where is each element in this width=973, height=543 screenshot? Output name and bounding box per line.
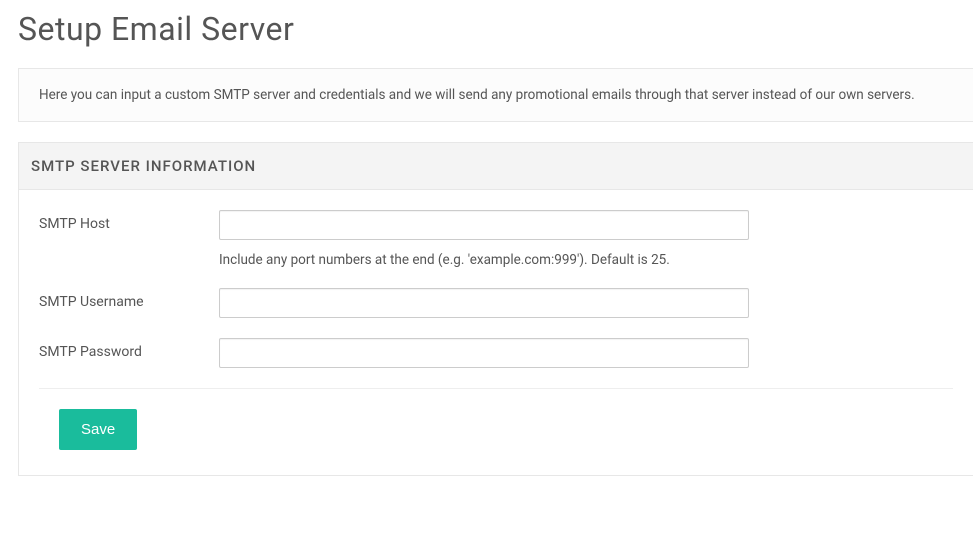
- smtp-host-help: Include any port numbers at the end (e.g…: [219, 252, 953, 268]
- form-row-smtp-username: SMTP Username: [39, 288, 953, 318]
- form-divider: [39, 388, 953, 389]
- smtp-host-input[interactable]: [219, 210, 749, 240]
- smtp-password-control: [219, 338, 953, 368]
- smtp-panel: SMTP SERVER INFORMATION SMTP Host Includ…: [18, 142, 973, 476]
- smtp-host-control: Include any port numbers at the end (e.g…: [219, 210, 953, 268]
- page-title: Setup Email Server: [0, 0, 973, 68]
- intro-info-box: Here you can input a custom SMTP server …: [18, 68, 973, 122]
- panel-body: SMTP Host Include any port numbers at th…: [19, 190, 973, 475]
- save-button[interactable]: Save: [59, 409, 137, 450]
- panel-header: SMTP SERVER INFORMATION: [19, 143, 973, 190]
- form-row-smtp-password: SMTP Password: [39, 338, 953, 368]
- smtp-username-input[interactable]: [219, 288, 749, 318]
- smtp-password-label: SMTP Password: [39, 338, 219, 360]
- smtp-username-label: SMTP Username: [39, 288, 219, 310]
- smtp-username-control: [219, 288, 953, 318]
- form-row-smtp-host: SMTP Host Include any port numbers at th…: [39, 210, 953, 268]
- smtp-password-input[interactable]: [219, 338, 749, 368]
- button-row: Save: [39, 409, 953, 450]
- smtp-host-label: SMTP Host: [39, 210, 219, 232]
